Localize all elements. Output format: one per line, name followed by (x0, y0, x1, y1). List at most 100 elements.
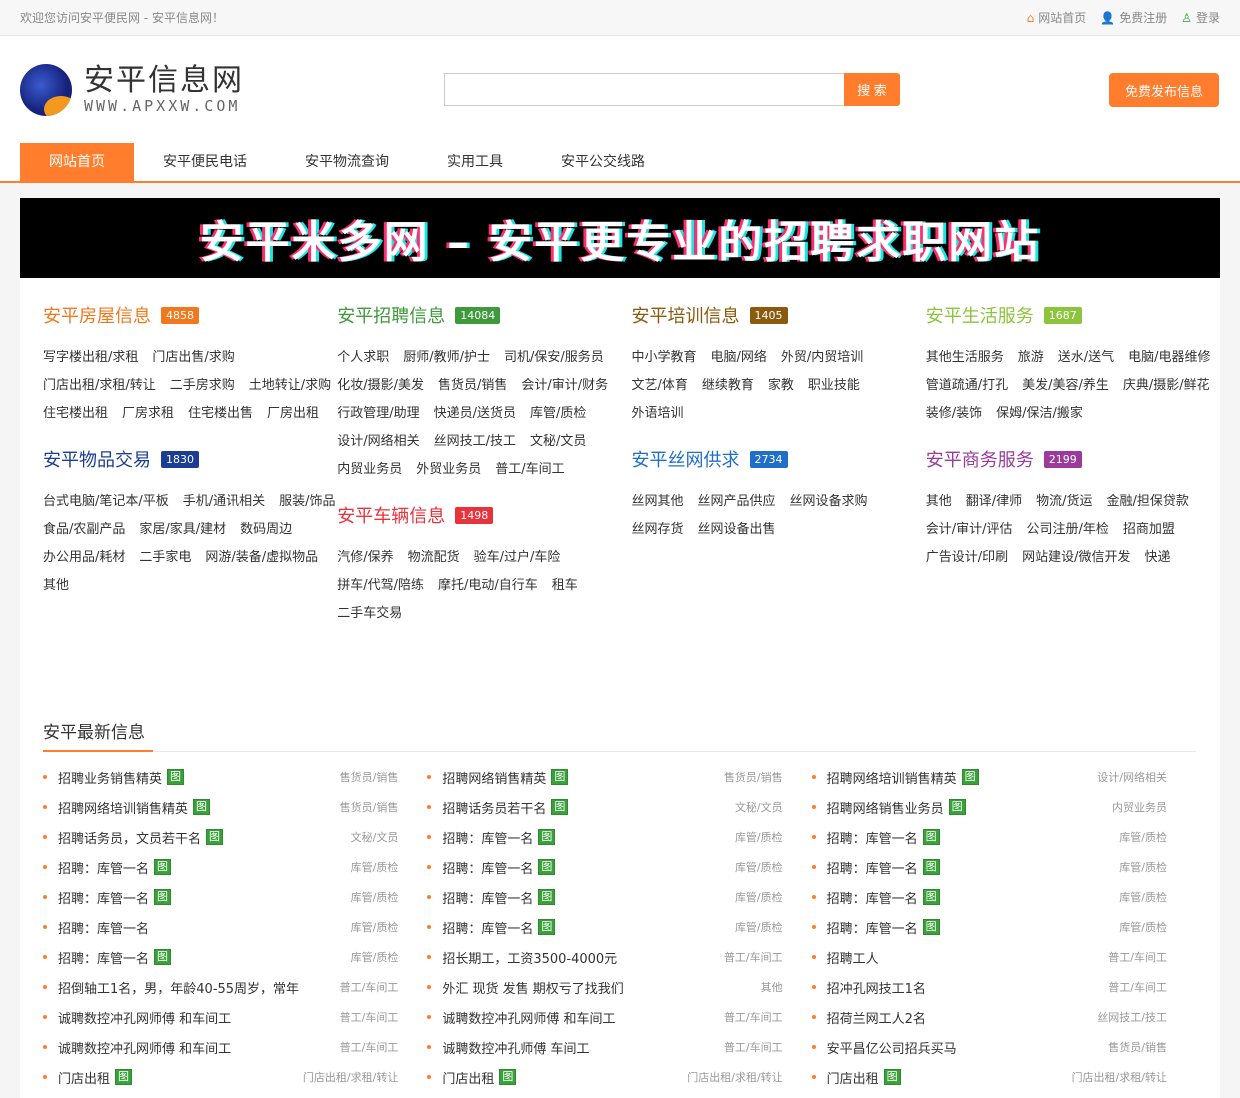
list-item-category[interactable]: 普工/车间工 (724, 1039, 783, 1055)
category-link[interactable]: 丝网设备出售 (698, 516, 776, 544)
list-item-title[interactable]: 诚聘数控冲孔师傅 车间工 (442, 1038, 589, 1057)
nav-item-3[interactable]: 实用工具 (418, 143, 532, 181)
category-link[interactable]: 二手家电 (139, 544, 191, 572)
list-item-title[interactable]: 招聘：库管一名 (58, 918, 149, 937)
category-link[interactable]: 司机/保安/服务员 (504, 344, 604, 372)
category-link[interactable]: 其他 (43, 572, 69, 600)
category-link[interactable]: 物流配货 (408, 544, 460, 572)
category-link[interactable]: 会计/审计/财务 (521, 372, 608, 400)
search-input[interactable] (444, 73, 844, 106)
category-link[interactable]: 电脑/网络 (711, 344, 767, 372)
category-link[interactable]: 快递 (1145, 544, 1171, 572)
category-link[interactable]: 厨师/教师/护士 (403, 344, 490, 372)
list-item-category[interactable]: 门店出租/求租/转让 (687, 1069, 782, 1085)
list-item-title[interactable]: 门店出租 (442, 1068, 494, 1087)
category-link[interactable]: 家教 (768, 372, 794, 400)
category-link[interactable]: 土地转让/求购 (249, 372, 331, 400)
list-item-category[interactable]: 文秘/文员 (351, 829, 399, 845)
category-link[interactable]: 住宅楼出售 (188, 400, 253, 428)
list-item-category[interactable]: 库管/质检 (351, 889, 399, 905)
category-title[interactable]: 安平招聘信息 (337, 302, 445, 328)
list-item-title[interactable]: 招聘话务员，文员若干名 (58, 828, 201, 847)
list-item-title[interactable]: 招聘：库管一名 (442, 918, 533, 937)
category-link[interactable]: 厂房求租 (122, 400, 174, 428)
list-item-title[interactable]: 招聘：库管一名 (827, 828, 918, 847)
category-link[interactable]: 外语培训 (632, 400, 684, 428)
list-item-title[interactable]: 招荷兰网工人2名 (827, 1008, 926, 1027)
category-link[interactable]: 文秘/文员 (530, 428, 586, 456)
category-link[interactable]: 数码周边 (240, 516, 292, 544)
list-item-title[interactable]: 招聘网络培训销售精英 (58, 798, 188, 817)
list-item-title[interactable]: 招聘：库管一名 (442, 888, 533, 907)
list-item-title[interactable]: 招聘网络销售业务员 (827, 798, 944, 817)
category-link[interactable]: 二手房求购 (170, 372, 235, 400)
list-item-category[interactable]: 售货员/销售 (340, 799, 399, 815)
publish-button[interactable]: 免费发布信息 (1109, 73, 1219, 107)
category-link[interactable]: 摩托/电动/自行车 (438, 572, 538, 600)
list-item-title[interactable]: 招聘：库管一名 (58, 858, 149, 877)
category-link[interactable]: 内贸业务员 (337, 456, 402, 484)
list-item-title[interactable]: 门店出租 (827, 1068, 879, 1087)
list-item-title[interactable]: 外汇 现货 发售 期权亏了找我们 (442, 978, 623, 997)
list-item-category[interactable]: 售货员/销售 (1108, 1039, 1167, 1055)
category-link[interactable]: 中小学教育 (632, 344, 697, 372)
list-item-category[interactable]: 其他 (761, 979, 783, 995)
category-link[interactable]: 普工/车间工 (495, 456, 564, 484)
category-link[interactable]: 厂房出租 (267, 400, 319, 428)
list-item-category[interactable]: 普工/车间工 (724, 949, 783, 965)
category-link[interactable]: 二手车交易 (337, 600, 402, 628)
category-link[interactable]: 招商加盟 (1123, 516, 1175, 544)
list-item-title[interactable]: 招聘：库管一名 (442, 858, 533, 877)
list-item-category[interactable]: 设计/网络相关 (1097, 769, 1167, 785)
list-item-category[interactable]: 售货员/销售 (724, 769, 783, 785)
list-item-category[interactable]: 库管/质检 (1119, 889, 1167, 905)
category-link[interactable]: 文艺/体育 (632, 372, 688, 400)
top-link-0[interactable]: ⌂ 网站首页 (1027, 9, 1087, 26)
category-link[interactable]: 售货员/销售 (438, 372, 507, 400)
list-item-title[interactable]: 招聘工人 (827, 948, 879, 967)
category-link[interactable]: 庆典/摄影/鲜花 (1123, 372, 1210, 400)
banner[interactable]: 安平米多网 – 安平更专业的招聘求职网站 (20, 198, 1220, 278)
category-link[interactable]: 台式电脑/笔记本/平板 (43, 488, 169, 516)
category-link[interactable]: 家居/家具/建材 (139, 516, 226, 544)
list-item-category[interactable]: 丝网技工/技工 (1097, 1009, 1167, 1025)
category-link[interactable]: 行政管理/助理 (337, 400, 419, 428)
category-title[interactable]: 安平商务服务 (926, 446, 1034, 472)
list-item-category[interactable]: 门店出租/求租/转让 (303, 1069, 398, 1085)
category-link[interactable]: 美发/美容/养生 (1022, 372, 1109, 400)
list-item-category[interactable]: 库管/质检 (351, 949, 399, 965)
category-link[interactable]: 装修/装饰 (926, 400, 982, 428)
category-link[interactable]: 验车/过户/车险 (474, 544, 561, 572)
list-item-title[interactable]: 招聘：库管一名 (442, 828, 533, 847)
list-item-category[interactable]: 售货员/销售 (340, 769, 399, 785)
list-item-title[interactable]: 安平昌亿公司招兵买马 (827, 1038, 957, 1057)
list-item-category[interactable]: 库管/质检 (351, 859, 399, 875)
logo[interactable]: 安平信息网 WWW.APXXW.COM (20, 64, 244, 116)
list-item-title[interactable]: 招聘：库管一名 (58, 948, 149, 967)
list-item-category[interactable]: 文秘/文员 (735, 799, 783, 815)
category-link[interactable]: 广告设计/印刷 (926, 544, 1008, 572)
list-item-title[interactable]: 招聘：库管一名 (827, 858, 918, 877)
list-item-category[interactable]: 普工/车间工 (340, 979, 399, 995)
category-title[interactable]: 安平生活服务 (926, 302, 1034, 328)
category-title[interactable]: 安平房屋信息 (43, 302, 151, 328)
category-link[interactable]: 物流/货运 (1036, 488, 1092, 516)
category-link[interactable]: 食品/农副产品 (43, 516, 125, 544)
list-item-title[interactable]: 招聘：库管一名 (827, 918, 918, 937)
category-link[interactable]: 外贸/内贸培训 (781, 344, 863, 372)
category-link[interactable]: 网站建设/微信开发 (1022, 544, 1130, 572)
list-item-category[interactable]: 库管/质检 (735, 889, 783, 905)
category-link[interactable]: 快递员/送货员 (434, 400, 516, 428)
top-link-1[interactable]: 👤 免费注册 (1100, 9, 1167, 26)
list-item-category[interactable]: 库管/质检 (1119, 829, 1167, 845)
category-link[interactable]: 其他 (926, 488, 952, 516)
category-link[interactable]: 丝网设备求购 (790, 488, 868, 516)
nav-item-2[interactable]: 安平物流查询 (276, 143, 418, 181)
category-title[interactable]: 安平车辆信息 (337, 502, 445, 528)
category-link[interactable]: 公司注册/年检 (1027, 516, 1109, 544)
category-link[interactable]: 管道疏通/打孔 (926, 372, 1008, 400)
category-link[interactable]: 汽修/保养 (337, 544, 393, 572)
list-item-title[interactable]: 招聘话务员若干名 (442, 798, 546, 817)
category-link[interactable]: 个人求职 (337, 344, 389, 372)
category-link[interactable]: 翻译/律师 (966, 488, 1022, 516)
